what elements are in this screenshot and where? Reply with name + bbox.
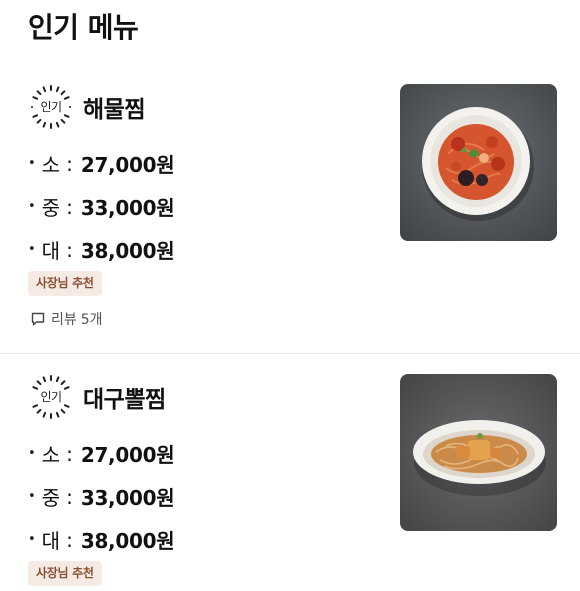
price-amount: 33,000원 xyxy=(80,486,175,510)
price-amount: 33,000원 xyxy=(80,196,175,220)
price-row-large: • 대 : 38,000원 xyxy=(28,228,175,271)
price-row-small: • 소 : 27,000원 xyxy=(28,432,175,475)
badge-text: 인기 xyxy=(40,100,62,114)
bullet: • xyxy=(28,489,36,504)
review-count: 5개 xyxy=(80,312,103,328)
menu-card-seafood-stew[interactable]: 인기 해물찜 • 소 : 27,000원 • 중 : 33,000원 • 대 :… xyxy=(0,72,580,353)
colon: : xyxy=(66,237,73,262)
bullet: • xyxy=(28,156,36,171)
menu-card-braised-cod-cheek[interactable]: 인기 대구뽈찜 • 소 : 27,000원 • 중 : 33,000원 • 대 … xyxy=(0,362,580,591)
bullet: • xyxy=(28,532,36,547)
price-list: • 소 : 27,000원 • 중 : 33,000원 • 대 : 38,000… xyxy=(28,432,175,561)
colon: : xyxy=(66,151,73,176)
popular-badge: 인기 xyxy=(28,84,74,130)
divider xyxy=(0,353,580,354)
price-amount: 27,000원 xyxy=(80,443,175,467)
size-label: 소 xyxy=(41,443,61,467)
size-label: 중 xyxy=(41,486,61,510)
menu-name: 해물찜 xyxy=(83,97,145,123)
price-row-large: • 대 : 38,000원 xyxy=(28,518,175,561)
braised-cod-cheek-photo-icon xyxy=(400,374,557,531)
bullet: • xyxy=(28,199,36,214)
review-link[interactable]: 리뷰 5개 xyxy=(30,308,103,330)
bullet: • xyxy=(28,446,36,461)
owner-recommend-tag: 사장님 추천 xyxy=(28,271,102,296)
menu-photo[interactable] xyxy=(400,84,557,241)
size-label: 중 xyxy=(41,196,61,220)
size-label: 대 xyxy=(41,529,61,553)
seafood-stew-photo-icon xyxy=(400,84,557,241)
bullet: • xyxy=(28,242,36,257)
review-label: 리뷰 xyxy=(51,312,77,328)
menu-name-row: 인기 대구뽈찜 xyxy=(28,374,166,420)
price-amount: 27,000원 xyxy=(80,153,175,177)
menu-photo[interactable] xyxy=(400,374,557,531)
price-list: • 소 : 27,000원 • 중 : 33,000원 • 대 : 38,000… xyxy=(28,142,175,271)
colon: : xyxy=(66,527,73,552)
section-title: 인기 메뉴 xyxy=(28,11,139,44)
price-row-small: • 소 : 27,000원 xyxy=(28,142,175,185)
speech-bubble-icon xyxy=(31,312,45,326)
price-row-medium: • 중 : 33,000원 xyxy=(28,475,175,518)
colon: : xyxy=(66,441,73,466)
colon: : xyxy=(66,484,73,509)
size-label: 대 xyxy=(41,239,61,263)
owner-recommend-tag: 사장님 추천 xyxy=(28,561,102,586)
size-label: 소 xyxy=(41,153,61,177)
price-amount: 38,000원 xyxy=(80,529,175,553)
menu-name: 대구뽈찜 xyxy=(83,387,166,413)
price-amount: 38,000원 xyxy=(80,239,175,263)
colon: : xyxy=(66,194,73,219)
badge-text: 인기 xyxy=(40,390,62,404)
popular-badge: 인기 xyxy=(28,374,74,420)
menu-name-row: 인기 해물찜 xyxy=(28,84,145,130)
price-row-medium: • 중 : 33,000원 xyxy=(28,185,175,228)
